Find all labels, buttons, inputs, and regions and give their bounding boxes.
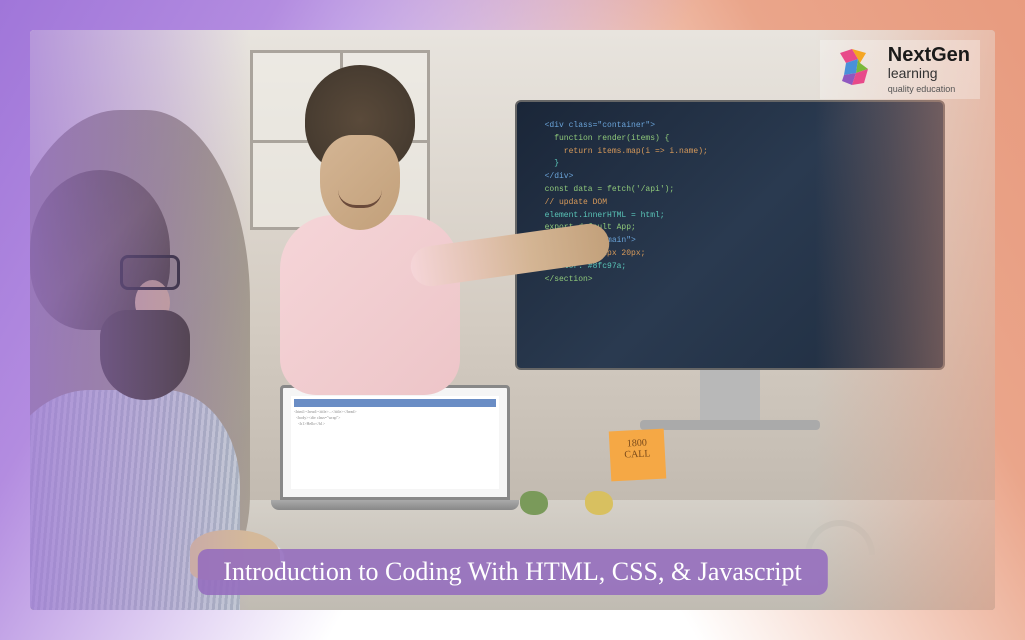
brand-tagline: quality education (888, 84, 970, 94)
brain-logo-icon (830, 45, 878, 93)
brand-logo: NextGen learning quality education (820, 40, 980, 99)
brand-name-2: learning (888, 65, 970, 82)
course-title-banner: Introduction to Coding With HTML, CSS, &… (197, 549, 827, 595)
desktop-monitor: <div class="container"> function render(… (515, 100, 945, 450)
glasses-icon (120, 255, 180, 290)
photo-scene: <div class="container"> function render(… (30, 30, 995, 610)
brand-name-1: NextGen (888, 45, 970, 65)
promo-card: <div class="container"> function render(… (0, 0, 1025, 640)
course-title: Introduction to Coding With HTML, CSS, &… (223, 557, 801, 586)
sticky-note-text: 1800 CALL (624, 437, 651, 460)
person-woman (260, 75, 480, 415)
crumpled-paper-green (520, 491, 548, 515)
crumpled-paper-yellow (585, 491, 613, 515)
person-man (30, 110, 250, 590)
sticky-note: 1800 CALL (609, 429, 667, 482)
